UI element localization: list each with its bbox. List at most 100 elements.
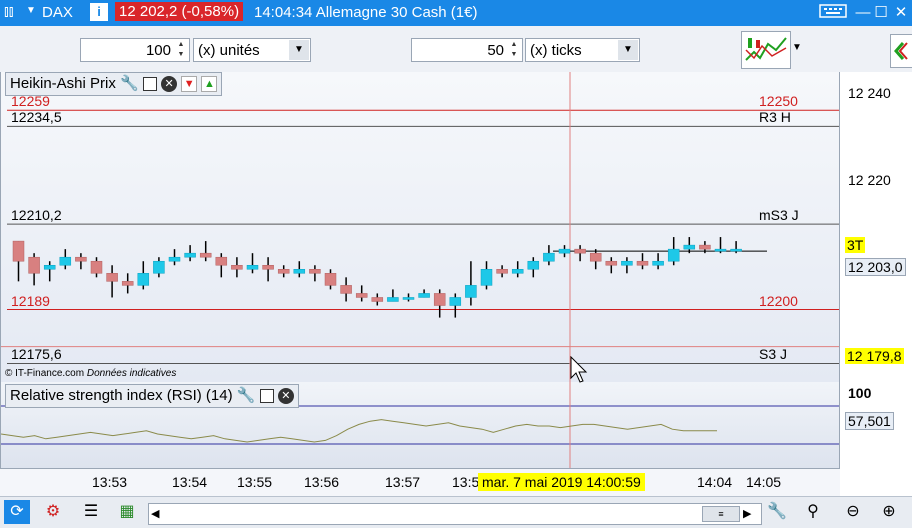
window-title: 14:04:34 Allemagne 30 Cash (1€) [254, 4, 478, 21]
ticks-stepper[interactable]: 50 ▲ ▼ [411, 38, 523, 62]
time-tick: 13:57 [385, 474, 421, 490]
share-icon[interactable]: ⟳ [4, 500, 30, 524]
candle-body [730, 248, 742, 252]
candle-body [324, 273, 337, 286]
candle-body [59, 256, 72, 266]
price-tick: 12 240 [848, 85, 891, 101]
candle-body [309, 269, 321, 274]
price-chart[interactable] [1, 72, 840, 382]
candlestick-icon: ⫾⫾ [4, 3, 14, 20]
panel-toggle-icon[interactable] [890, 34, 912, 68]
chevron-down-icon[interactable]: ▼ [792, 42, 802, 53]
candle-body [371, 297, 384, 302]
zoom-in-icon[interactable]: ⊕ [876, 500, 902, 524]
info-icon[interactable]: i [90, 3, 108, 21]
level-label-left: 12259 [11, 93, 50, 110]
indicator-chart-icon[interactable] [741, 31, 791, 69]
candle-body [90, 260, 103, 274]
axis-corner [840, 468, 912, 496]
candle-body [355, 293, 368, 298]
ticks-label: (x) ticks [530, 42, 582, 59]
arrow-down-icon[interactable]: ▼ [181, 76, 198, 93]
candle-body [215, 256, 228, 266]
marker-3t: 3T [845, 237, 866, 253]
candle-body [418, 293, 430, 298]
scroll-right-icon[interactable]: ▶ [743, 504, 751, 524]
candle-body [340, 285, 352, 294]
level-label-right: 12250 [759, 93, 798, 110]
rsi-line [1, 419, 717, 443]
time-tick: 14:04 [697, 474, 733, 490]
close-icon[interactable]: ✕ [161, 76, 178, 93]
candle-body [480, 269, 493, 286]
candle-body [106, 273, 118, 282]
crosshair-time-label: mar. 7 mai 2019 14:00:59 [478, 473, 645, 491]
time-tick: 14:05 [746, 474, 782, 490]
candle-body [121, 281, 134, 286]
candle-body [262, 264, 274, 270]
list-icon[interactable]: ☰ [78, 500, 104, 524]
candle-body [496, 269, 508, 274]
wrench-icon[interactable]: 🔧 [237, 387, 256, 404]
candle-body [574, 248, 586, 254]
candle-body [636, 260, 649, 266]
scroll-left-icon[interactable]: ◀ [151, 504, 159, 524]
units-value: 100 [145, 42, 171, 59]
candle-body [43, 264, 56, 270]
candle-body [184, 252, 196, 258]
close-icon[interactable]: ✕ [890, 3, 912, 23]
title-bar: ⫾⫾ ▼ DAX i 12 202,2 (-0,58%) 14:04:34 Al… [0, 0, 912, 26]
candle-body [28, 256, 40, 274]
ticks-value: 50 [487, 42, 504, 59]
units-dropdown[interactable]: (x) unités ▼ [193, 38, 311, 62]
candle-body [699, 244, 711, 250]
wrench-icon[interactable]: 🔧 [120, 75, 139, 92]
window-icon[interactable] [142, 77, 157, 92]
stepper-arrows-icon[interactable]: ▲ ▼ [174, 40, 188, 60]
price-change-badge: 12 202,2 (-0,58%) [115, 2, 244, 21]
horizontal-scrollbar[interactable]: ◀ ≡ ▶ [148, 503, 762, 525]
candle-body [168, 256, 181, 262]
level-label-left: 12175,6 [11, 346, 62, 363]
scroll-thumb[interactable]: ≡ [702, 506, 740, 522]
candle-body [12, 240, 25, 262]
time-tick: 13:56 [304, 474, 340, 490]
level-label-right: mS3 J [759, 207, 799, 224]
time-tick: 13:5 [452, 474, 480, 490]
rsi-panel[interactable]: Relative strength index (RSI) (14) 🔧 ✕ [0, 382, 840, 468]
price-axis[interactable]: 12 240 12 220 3T 12 203,0 12 179,8 100 5… [840, 72, 912, 468]
zoom-fit-icon[interactable]: ⚲ [800, 500, 826, 524]
level-label-left: 12189 [11, 292, 50, 309]
rsi-current-label: 57,501 [845, 412, 894, 430]
candle-body [652, 260, 664, 266]
chevron-down-icon[interactable]: ▼ [289, 40, 309, 60]
layers-icon[interactable]: ▦ [114, 500, 140, 524]
settings-icon[interactable]: 🔧 [764, 500, 790, 524]
candle-body [433, 293, 446, 306]
ticks-dropdown[interactable]: (x) ticks ▼ [525, 38, 640, 62]
keyboard-icon[interactable] [818, 3, 848, 23]
stepper-arrows-icon[interactable]: ▲ ▼ [507, 40, 521, 60]
candle-body [293, 269, 306, 274]
toolbar: 100 ▲ ▼ (x) unités ▼ 50 ▲ ▼ (x) ticks ▼ ▼ [0, 26, 912, 73]
units-stepper[interactable]: 100 ▲ ▼ [80, 38, 190, 62]
level-label-left: 12234,5 [11, 109, 62, 126]
copyright-text: © IT-Finance.com [5, 368, 85, 379]
candle-body [465, 285, 477, 298]
symbol-label[interactable]: DAX [42, 4, 73, 21]
close-icon[interactable]: ✕ [277, 388, 294, 405]
candle-body [527, 260, 540, 270]
chevron-down-icon[interactable]: ▼ [618, 40, 638, 60]
arrow-up-icon[interactable]: ▲ [201, 76, 218, 93]
mouse-cursor-icon [570, 356, 588, 383]
price-chart-panel[interactable]: Heikin-Ashi Prix 🔧 ✕ ▼ ▲ 12259 12250 122… [0, 72, 840, 382]
time-axis[interactable]: 13:53 13:54 13:55 13:56 13:57 13:5 mar. … [0, 468, 840, 497]
window-icon[interactable] [259, 389, 274, 404]
candle-body [667, 248, 680, 262]
maximize-icon[interactable]: ☐ [870, 3, 892, 23]
zoom-out-icon[interactable]: ⊖ [840, 500, 866, 524]
time-tick: 13:53 [92, 474, 128, 490]
drawing-tool-icon[interactable]: ⚙ [40, 500, 66, 524]
level-label-right: 12200 [759, 292, 798, 309]
chevron-down-icon[interactable]: ▼ [26, 5, 36, 16]
